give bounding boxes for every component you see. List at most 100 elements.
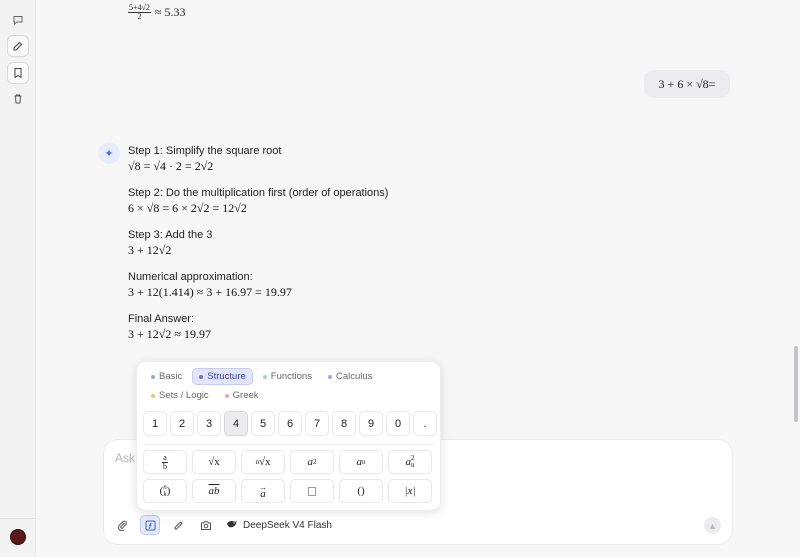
model-name: DeepSeek V4 Flash (243, 519, 332, 531)
key-7[interactable]: 7 (305, 411, 329, 436)
step: Numerical approximation: 3 + 12(1.414) ≈… (128, 271, 628, 300)
step-math: 3 + 12√2 ≈ 19.97 (128, 327, 211, 341)
step-label: Step 3: Add the 3 (128, 229, 213, 241)
absolute-value-key[interactable]: |x| (388, 479, 432, 503)
key-0[interactable]: 0 (386, 411, 410, 436)
math-keyboard-tabs: Basic Structure Functions Calculus Sets … (145, 368, 435, 404)
previous-result-value: ≈ 5.33 (154, 5, 186, 19)
step-label: Step 2: Do the multiplication first (ord… (128, 187, 389, 199)
parentheses-key[interactable]: () (339, 479, 383, 503)
previous-result-fraction: 5+4√2 2 (128, 4, 151, 21)
subscript-key[interactable]: an (339, 450, 383, 474)
fraction-key[interactable]: a b (143, 450, 187, 474)
tab-dot (199, 374, 204, 379)
key-9[interactable]: 9 (359, 411, 383, 436)
tab-label: Sets / Logic (159, 390, 209, 401)
key-6[interactable]: 6 (278, 411, 302, 436)
user-message-text: 3 + 6 × √8= (658, 76, 716, 91)
glyph-part: ab (208, 485, 220, 497)
glyph-part: n (362, 458, 366, 466)
step: Final Answer: 3 + 12√2 ≈ 19.97 (128, 313, 628, 342)
glyph-part: k (163, 490, 167, 498)
tab-dot (224, 393, 229, 398)
fraction-denominator: 2 (137, 12, 142, 21)
tab-greek[interactable]: Greek (219, 387, 265, 404)
tab-dot (151, 374, 155, 379)
tab-label: Basic (159, 371, 183, 382)
glyph-part: b (163, 461, 167, 471)
tab-label: Structure (207, 371, 246, 382)
tab-structure[interactable]: Structure (192, 368, 253, 385)
tab-dot (151, 393, 155, 398)
key-2[interactable]: 2 (170, 411, 194, 436)
step: Step 1: Simplify the square root √8 = √4… (128, 145, 628, 174)
previous-result: 5+4√2 2 ≈ 5.33 (128, 4, 186, 21)
fraction-glyph: a b (162, 453, 168, 471)
sub-superscript-key[interactable]: a2n (388, 450, 432, 474)
attach-icon[interactable] (112, 515, 132, 535)
rail-divider (0, 518, 36, 519)
placeholder-box-icon (308, 486, 316, 496)
step-math: 6 × √8 = 6 × 2√2 = 12√2 (128, 201, 247, 215)
overline-key[interactable]: ab (192, 479, 236, 503)
sqrt-key[interactable]: √x (192, 450, 236, 474)
glyph-part: √x (208, 456, 220, 468)
formula-icon[interactable] (140, 515, 160, 535)
glyph-part: () (357, 485, 365, 497)
composer-toolbar: DeepSeek V4 Flash (112, 515, 332, 535)
key-4[interactable]: 4 (224, 411, 248, 436)
key-1[interactable]: 1 (143, 411, 167, 436)
step-label: Step 1: Simplify the square root (128, 145, 282, 157)
binomial-key[interactable]: (n k) (143, 479, 187, 503)
step: Step 2: Do the multiplication first (ord… (128, 187, 628, 216)
superscript-key[interactable]: a2 (290, 450, 334, 474)
scrollbar[interactable] (794, 346, 798, 422)
placeholder-key[interactable] (290, 479, 334, 503)
key-8[interactable]: 8 (332, 411, 356, 436)
edit-icon[interactable] (7, 35, 29, 57)
tab-functions[interactable]: Functions (257, 368, 318, 385)
user-message: 3 + 6 × √8= (644, 70, 730, 98)
model-logo-icon (226, 519, 238, 532)
pen-icon[interactable] (168, 515, 188, 535)
step-label: Numerical approximation: (128, 271, 253, 283)
step-math: 3 + 12(1.414) ≈ 3 + 16.97 = 19.97 (128, 285, 292, 299)
glyph-part: a (260, 488, 266, 500)
left-rail (0, 0, 36, 557)
model-selector[interactable]: DeepSeek V4 Flash (226, 519, 332, 532)
send-button[interactable]: ▲ (704, 517, 721, 534)
key-decimal[interactable]: . (413, 411, 437, 436)
key-3[interactable]: 3 (197, 411, 221, 436)
bookmark-icon[interactable] (7, 62, 29, 84)
tab-dot (327, 374, 332, 379)
message-input[interactable]: Ask (115, 451, 135, 465)
digit-row: 1 2 3 4 5 6 7 8 9 0 . (143, 411, 437, 436)
avatar[interactable] (10, 529, 26, 545)
tab-dot (262, 374, 267, 379)
glyph-part: √x (258, 456, 271, 468)
nth-root-key[interactable]: n √x (241, 450, 285, 474)
arrow-up-icon: ▲ (708, 520, 717, 531)
glyph-part: |x| (404, 485, 416, 497)
glyph-part: n (411, 461, 415, 469)
tab-calculus[interactable]: Calculus (322, 368, 378, 385)
tab-label: Greek (232, 390, 259, 401)
trash-icon[interactable] (7, 88, 29, 110)
keyboard-divider (143, 444, 435, 445)
tab-sets-logic[interactable]: Sets / Logic (145, 387, 215, 404)
structure-keys: a b √x n √x a2 an a2n (n k) ab → a () |x| (143, 450, 432, 503)
step: Step 3: Add the 3 3 + 12√2 (128, 229, 628, 258)
chat-icon[interactable] (7, 9, 29, 31)
step-label: Final Answer: (128, 313, 195, 325)
tab-label: Functions (270, 371, 312, 382)
assistant-sparkle-icon: ✦ (98, 142, 120, 164)
tab-label: Calculus (335, 371, 373, 382)
tab-basic[interactable]: Basic (145, 368, 188, 385)
vector-key[interactable]: → a (241, 479, 285, 503)
step-math: 3 + 12√2 (128, 243, 172, 257)
key-5[interactable]: 5 (251, 411, 275, 436)
math-keyboard: Basic Structure Functions Calculus Sets … (136, 361, 441, 511)
step-math: √8 = √4 · 2 = 2√2 (128, 159, 214, 173)
camera-icon[interactable] (196, 515, 216, 535)
glyph-part: 2 (313, 458, 317, 466)
